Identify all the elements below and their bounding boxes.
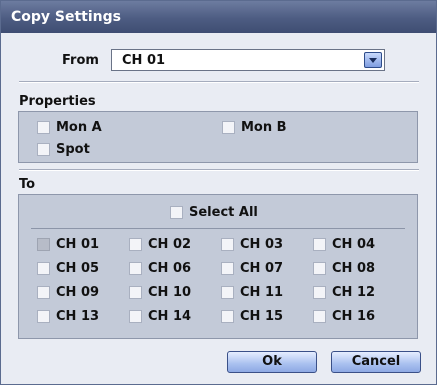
- checkbox-select-all[interactable]: Select All: [170, 205, 258, 220]
- checkbox-label: CH 02: [148, 237, 192, 252]
- checkbox-box[interactable]: [37, 310, 50, 323]
- checkbox-box[interactable]: [313, 310, 326, 323]
- checkbox-ch-07[interactable]: CH 07: [221, 261, 283, 276]
- checkbox-label: CH 15: [240, 309, 284, 324]
- checkbox-box[interactable]: [221, 238, 234, 251]
- checkbox-ch-04[interactable]: CH 04: [313, 237, 375, 252]
- properties-group: Mon A Mon B Spot: [18, 111, 418, 163]
- checkbox-box[interactable]: [129, 286, 142, 299]
- checkbox-ch-12[interactable]: CH 12: [313, 285, 375, 300]
- checkbox-box[interactable]: [170, 206, 183, 219]
- checkbox-ch-13[interactable]: CH 13: [37, 309, 99, 324]
- checkbox-mon-b[interactable]: Mon B: [222, 120, 287, 135]
- checkbox-ch-08[interactable]: CH 08: [313, 261, 375, 276]
- checkbox-label: CH 05: [56, 261, 100, 276]
- checkbox-box[interactable]: [222, 121, 235, 134]
- checkbox-label: CH 09: [56, 285, 100, 300]
- checkbox-ch-03[interactable]: CH 03: [221, 237, 283, 252]
- checkbox-ch-16[interactable]: CH 16: [313, 309, 375, 324]
- to-label: To: [19, 177, 36, 192]
- properties-label: Properties: [19, 94, 96, 109]
- checkbox-box[interactable]: [221, 262, 234, 275]
- checkbox-label: CH 14: [148, 309, 192, 324]
- checkbox-ch-05[interactable]: CH 05: [37, 261, 99, 276]
- checkbox-box[interactable]: [37, 121, 50, 134]
- checkbox-box[interactable]: [313, 262, 326, 275]
- checkbox-label: CH 12: [332, 285, 376, 300]
- checkbox-ch-14[interactable]: CH 14: [129, 309, 191, 324]
- checkbox-box[interactable]: [221, 310, 234, 323]
- chevron-down-icon[interactable]: [364, 52, 382, 68]
- checkbox-ch-11[interactable]: CH 11: [221, 285, 283, 300]
- checkbox-label: CH 11: [240, 285, 284, 300]
- checkbox-box[interactable]: [221, 286, 234, 299]
- checkbox-box[interactable]: [313, 238, 326, 251]
- divider: [19, 81, 419, 83]
- checkbox-label: CH 06: [148, 261, 192, 276]
- ok-button[interactable]: Ok: [227, 351, 317, 373]
- checkbox-label: Spot: [56, 142, 90, 157]
- checkbox-ch-01: CH 01: [37, 237, 99, 252]
- title-bar: Copy Settings: [1, 1, 436, 33]
- divider: [19, 169, 419, 171]
- cancel-button[interactable]: Cancel: [331, 351, 421, 373]
- copy-settings-dialog: Copy Settings From CH 01 Properties Mon …: [0, 0, 437, 385]
- checkbox-label: CH 08: [332, 261, 376, 276]
- checkbox-label: Mon B: [241, 120, 287, 135]
- from-label: From: [62, 53, 99, 68]
- from-channel-value: CH 01: [122, 53, 166, 68]
- checkbox-ch-02[interactable]: CH 02: [129, 237, 191, 252]
- checkbox-box[interactable]: [313, 286, 326, 299]
- dialog-title: Copy Settings: [11, 9, 121, 25]
- checkbox-label: CH 13: [56, 309, 100, 324]
- checkbox-ch-10[interactable]: CH 10: [129, 285, 191, 300]
- checkbox-box[interactable]: [129, 262, 142, 275]
- checkbox-label: Mon A: [56, 120, 102, 135]
- checkbox-ch-09[interactable]: CH 09: [37, 285, 99, 300]
- checkbox-box[interactable]: [37, 262, 50, 275]
- checkbox-label: CH 03: [240, 237, 284, 252]
- checkbox-ch-06[interactable]: CH 06: [129, 261, 191, 276]
- divider: [31, 228, 405, 229]
- checkbox-label: Select All: [189, 205, 258, 220]
- from-channel-select[interactable]: CH 01: [111, 49, 385, 71]
- checkbox-spot[interactable]: Spot: [37, 142, 90, 157]
- checkbox-box: [37, 238, 50, 251]
- checkbox-ch-15[interactable]: CH 15: [221, 309, 283, 324]
- checkbox-label: CH 16: [332, 309, 376, 324]
- to-group: Select All CH 01 CH 02 CH 03 CH 04 CH 05 CH 0…: [18, 194, 418, 339]
- checkbox-mon-a[interactable]: Mon A: [37, 120, 102, 135]
- checkbox-box[interactable]: [37, 143, 50, 156]
- checkbox-box[interactable]: [37, 286, 50, 299]
- checkbox-label: CH 04: [332, 237, 376, 252]
- checkbox-box[interactable]: [129, 310, 142, 323]
- checkbox-label: CH 07: [240, 261, 284, 276]
- checkbox-label: CH 10: [148, 285, 192, 300]
- checkbox-box[interactable]: [129, 238, 142, 251]
- checkbox-label: CH 01: [56, 237, 100, 252]
